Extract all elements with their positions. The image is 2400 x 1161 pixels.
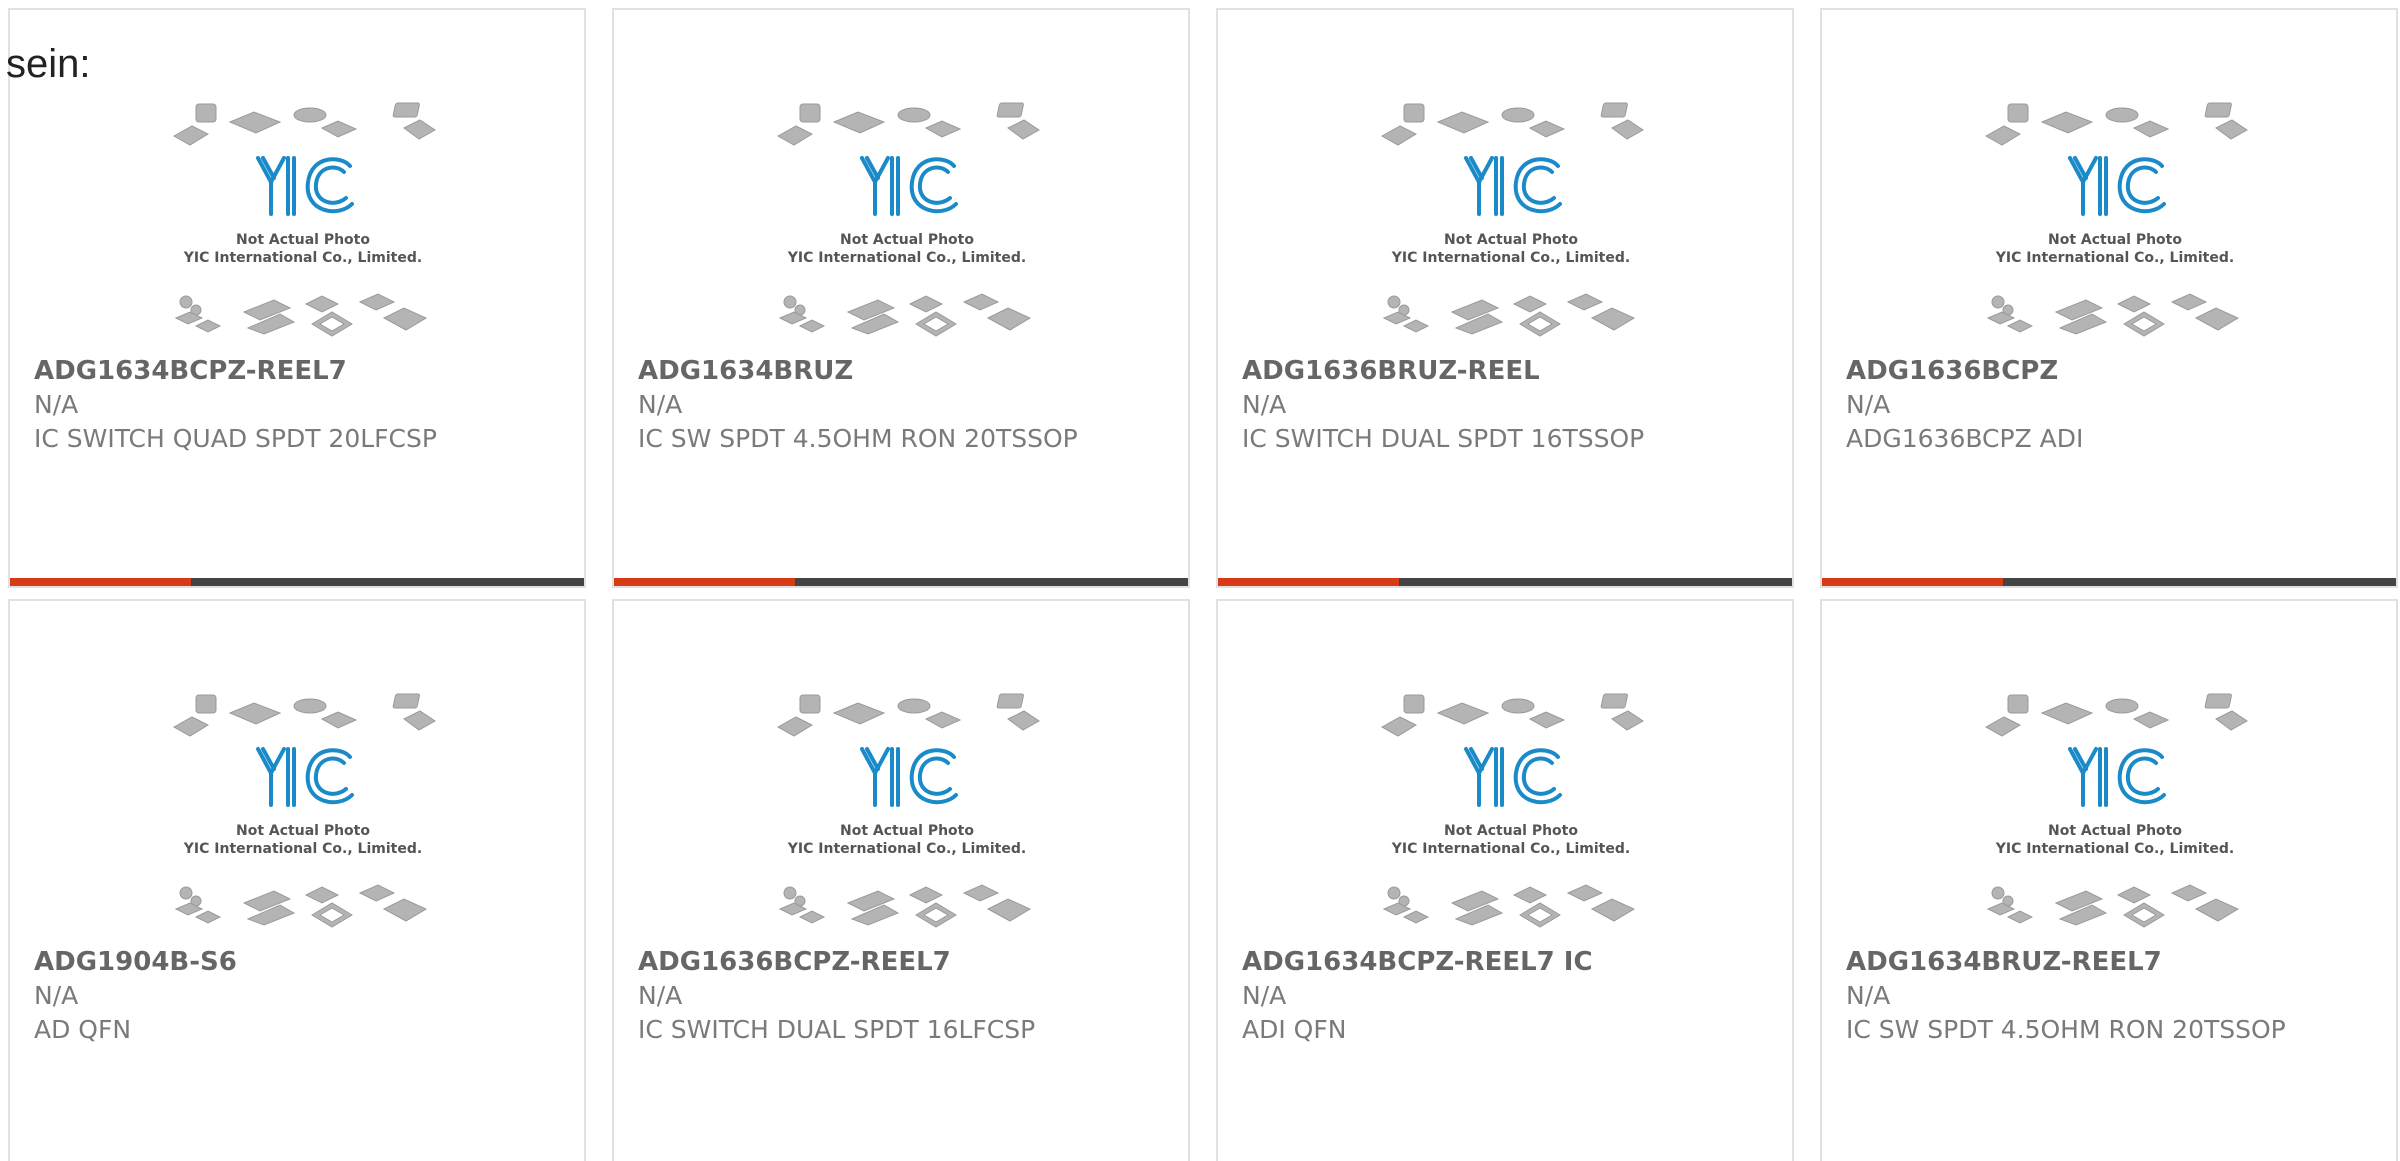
placeholder-line-1: Not Actual Photo xyxy=(2048,232,2182,248)
product-info: ADG1634BCPZ-REEL7 N/A IC SWITCH QUAD SPD… xyxy=(34,354,564,456)
chip-icons-bottom xyxy=(174,884,428,928)
part-number[interactable]: ADG1634BCPZ-REEL7 IC xyxy=(1242,945,1772,979)
product-description: IC SW SPDT 4.5OHM RON 20TSSOP xyxy=(1846,1015,2286,1044)
product-card[interactable]: Not Actual Photo YIC International Co., … xyxy=(8,599,586,1161)
chip-icons-top xyxy=(776,102,1040,146)
product-description: IC SWITCH QUAD SPDT 20LFCSP xyxy=(34,424,437,453)
placeholder-line-2: YIC International Co., Limited. xyxy=(1995,841,2234,857)
manufacturer: N/A xyxy=(1846,981,1891,1010)
product-card[interactable]: Not Actual Photo YIC International Co., … xyxy=(612,8,1190,588)
card-bottom-bar xyxy=(10,578,584,586)
product-placeholder-image: Not Actual Photo YIC International Co., … xyxy=(1380,693,1644,928)
chip-icons-top xyxy=(1984,693,2248,737)
placeholder-line-1: Not Actual Photo xyxy=(1444,823,1578,839)
product-info: ADG1636BCPZ N/A ADG1636BCPZ ADI xyxy=(1846,354,2376,456)
placeholder-line-2: YIC International Co., Limited. xyxy=(183,250,422,266)
manufacturer: N/A xyxy=(1242,981,1287,1010)
yic-logo xyxy=(1464,747,1562,807)
product-info: ADG1634BCPZ-REEL7 IC N/A ADI QFN xyxy=(1242,945,1772,1047)
chip-icons-top xyxy=(172,102,436,146)
card-bottom-bar xyxy=(1822,578,2396,586)
product-card[interactable]: Not Actual Photo YIC International Co., … xyxy=(1820,599,2398,1161)
page: sein: Not Actual Photo YIC International… xyxy=(0,0,2400,1161)
placeholder-line-2: YIC International Co., Limited. xyxy=(787,250,1026,266)
product-description: ADG1636BCPZ ADI xyxy=(1846,424,2084,453)
part-number[interactable]: ADG1904B-S6 xyxy=(34,945,564,979)
yic-logo xyxy=(256,747,354,807)
product-card[interactable]: Not Actual Photo YIC International Co., … xyxy=(1820,8,2398,588)
product-info: ADG1636BRUZ-REEL N/A IC SWITCH DUAL SPDT… xyxy=(1242,354,1772,456)
product-description: IC SWITCH DUAL SPDT 16TSSOP xyxy=(1242,424,1645,453)
chip-icons-top xyxy=(1380,102,1644,146)
part-number[interactable]: ADG1634BCPZ-REEL7 xyxy=(34,354,564,388)
part-number[interactable]: ADG1636BCPZ xyxy=(1846,354,2376,388)
chip-icons-top xyxy=(776,693,1040,737)
product-description: IC SW SPDT 4.5OHM RON 20TSSOP xyxy=(638,424,1078,453)
placeholder-line-1: Not Actual Photo xyxy=(236,823,370,839)
manufacturer: N/A xyxy=(638,390,683,419)
placeholder-line-2: YIC International Co., Limited. xyxy=(1391,841,1630,857)
product-placeholder-image: Not Actual Photo YIC International Co., … xyxy=(1984,102,2248,337)
chip-icons-bottom xyxy=(778,884,1032,928)
product-description: IC SWITCH DUAL SPDT 16LFCSP xyxy=(638,1015,1036,1044)
product-description: AD QFN xyxy=(34,1015,132,1044)
part-number[interactable]: ADG1636BCPZ-REEL7 xyxy=(638,945,1168,979)
placeholder-line-1: Not Actual Photo xyxy=(1444,232,1578,248)
placeholder-line-2: YIC International Co., Limited. xyxy=(183,841,422,857)
card-bottom-bar-accent xyxy=(614,578,795,586)
chip-icons-bottom xyxy=(1986,884,2240,928)
card-bottom-bar-accent xyxy=(1218,578,1399,586)
product-card[interactable]: Not Actual Photo YIC International Co., … xyxy=(8,8,586,588)
product-placeholder-image: Not Actual Photo YIC International Co., … xyxy=(1984,693,2248,928)
placeholder-line-1: Not Actual Photo xyxy=(236,232,370,248)
product-placeholder-image: Not Actual Photo YIC International Co., … xyxy=(172,693,436,928)
yic-logo xyxy=(2068,747,2166,807)
placeholder-line-2: YIC International Co., Limited. xyxy=(787,841,1026,857)
part-number[interactable]: ADG1634BRUZ xyxy=(638,354,1168,388)
placeholder-line-1: Not Actual Photo xyxy=(840,232,974,248)
product-info: ADG1634BRUZ N/A IC SW SPDT 4.5OHM RON 20… xyxy=(638,354,1168,456)
part-number[interactable]: ADG1636BRUZ-REEL xyxy=(1242,354,1772,388)
yic-logo xyxy=(2068,156,2166,216)
card-bottom-bar-accent xyxy=(10,578,191,586)
placeholder-line-1: Not Actual Photo xyxy=(840,823,974,839)
product-info: ADG1904B-S6 N/A AD QFN xyxy=(34,945,564,1047)
placeholder-line-2: YIC International Co., Limited. xyxy=(1391,250,1630,266)
chip-icons-top xyxy=(1380,693,1644,737)
product-card[interactable]: Not Actual Photo YIC International Co., … xyxy=(612,599,1190,1161)
card-bottom-bar-accent xyxy=(1822,578,2003,586)
product-info: ADG1636BCPZ-REEL7 N/A IC SWITCH DUAL SPD… xyxy=(638,945,1168,1047)
section-heading: sein: xyxy=(6,42,91,86)
product-description: ADI QFN xyxy=(1242,1015,1347,1044)
product-placeholder-image: Not Actual Photo YIC International Co., … xyxy=(172,102,436,337)
placeholder-line-2: YIC International Co., Limited. xyxy=(1995,250,2234,266)
chip-icons-bottom xyxy=(1382,293,1636,337)
chip-icons-top xyxy=(172,693,436,737)
manufacturer: N/A xyxy=(638,981,683,1010)
manufacturer: N/A xyxy=(34,390,79,419)
yic-logo xyxy=(860,747,958,807)
chip-icons-top xyxy=(1984,102,2248,146)
card-bottom-bar xyxy=(614,578,1188,586)
chip-icons-bottom xyxy=(174,293,428,337)
chip-icons-bottom xyxy=(1986,293,2240,337)
yic-logo xyxy=(1464,156,1562,216)
product-info: ADG1634BRUZ-REEL7 N/A IC SW SPDT 4.5OHM … xyxy=(1846,945,2376,1047)
manufacturer: N/A xyxy=(34,981,79,1010)
manufacturer: N/A xyxy=(1242,390,1287,419)
manufacturer: N/A xyxy=(1846,390,1891,419)
card-bottom-bar xyxy=(1218,578,1792,586)
product-grid: Not Actual Photo YIC International Co., … xyxy=(8,8,2400,1161)
yic-logo xyxy=(860,156,958,216)
product-card[interactable]: Not Actual Photo YIC International Co., … xyxy=(1216,8,1794,588)
yic-logo xyxy=(256,156,354,216)
part-number[interactable]: ADG1634BRUZ-REEL7 xyxy=(1846,945,2376,979)
product-card[interactable]: Not Actual Photo YIC International Co., … xyxy=(1216,599,1794,1161)
chip-icons-bottom xyxy=(1382,884,1636,928)
chip-icons-bottom xyxy=(778,293,1032,337)
product-placeholder-image: Not Actual Photo YIC International Co., … xyxy=(776,102,1040,337)
placeholder-line-1: Not Actual Photo xyxy=(2048,823,2182,839)
product-placeholder-image: Not Actual Photo YIC International Co., … xyxy=(776,693,1040,928)
product-placeholder-image: Not Actual Photo YIC International Co., … xyxy=(1380,102,1644,337)
